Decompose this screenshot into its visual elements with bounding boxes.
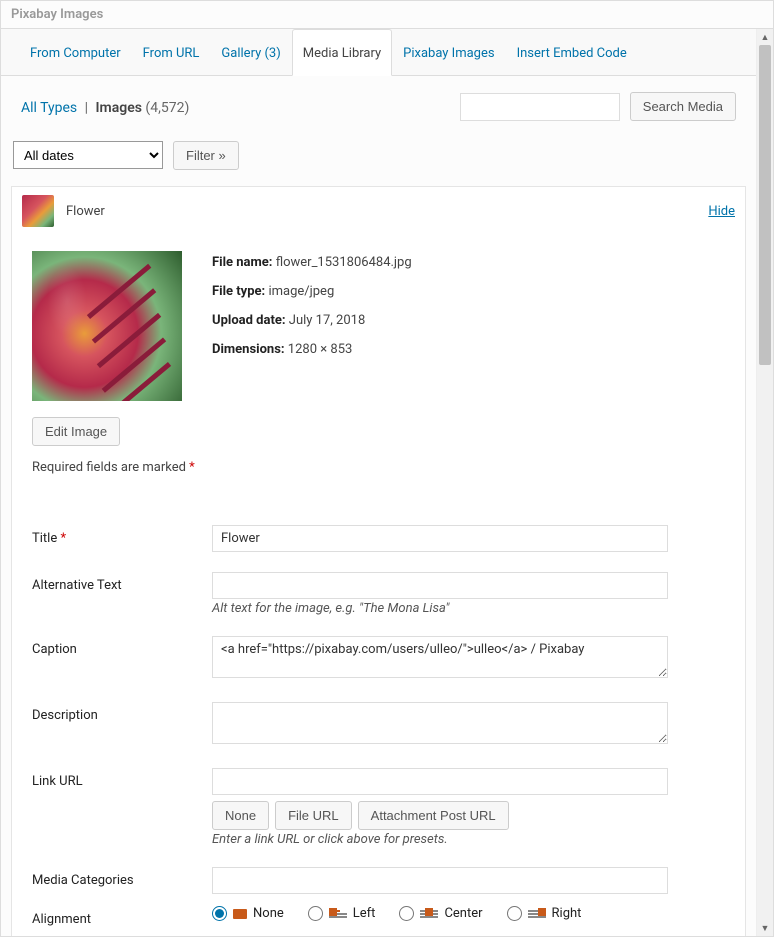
tab-from-url[interactable]: From URL [132,29,211,76]
scroll-down-arrow-icon[interactable]: ▼ [757,920,773,936]
window-title: Pixabay Images [11,7,103,22]
filter-images-count: (4,572) [145,100,189,116]
alt-help-text: Alt text for the image, e.g. "The Mona L… [212,601,725,616]
alt-text-input[interactable] [212,572,668,599]
align-none-label: None [253,906,284,921]
type-separator: | [85,100,88,116]
align-right-option[interactable]: Right [507,906,582,921]
mediacat-label: Media Categories [32,867,212,888]
align-left-icon [329,908,347,920]
meta-filetype-value: image/jpeg [268,284,334,299]
media-thumbnail-small [22,195,54,227]
filter-images[interactable]: Images [96,100,142,116]
tab-pixabay-images[interactable]: Pixabay Images [392,29,505,76]
date-filter-select[interactable]: All dates [13,141,163,169]
align-right-label: Right [552,906,582,921]
title-input[interactable] [212,525,668,552]
scrollbar-thumb[interactable] [759,45,771,365]
caption-textarea[interactable]: <a href="https://pixabay.com/users/ulleo… [212,636,668,678]
align-right-icon [528,908,546,920]
meta-filename-label: File name: [212,255,272,270]
align-center-label: Center [444,906,482,921]
required-note: Required fields are marked [32,460,186,475]
description-textarea[interactable] [212,702,668,744]
media-item-panel: Flower Hide File name: flower_1531806484… [11,186,746,936]
align-right-radio[interactable] [507,906,522,921]
filter-all-types[interactable]: All Types [21,100,77,116]
linkurl-file-button[interactable]: File URL [275,801,352,830]
media-tabs: From Computer From URL Gallery (3) Media… [1,29,756,76]
align-center-icon [420,908,438,920]
linkurl-input[interactable] [212,768,668,795]
edit-image-button[interactable]: Edit Image [32,417,120,446]
align-center-option[interactable]: Center [399,906,482,921]
meta-filetype-label: File type: [212,284,265,299]
tab-insert-embed-code[interactable]: Insert Embed Code [506,29,638,76]
media-item-title: Flower [66,204,696,219]
mediacat-input[interactable] [212,867,668,894]
media-form: Title * Alternative Text Alt text for th… [12,491,745,936]
linkurl-none-button[interactable]: None [212,801,269,830]
filter-button[interactable]: Filter » [173,141,239,170]
caption-label: Caption [32,636,212,657]
meta-dimensions-value: 1280 × 853 [288,342,353,357]
title-star: * [60,531,66,546]
align-left-option[interactable]: Left [308,906,376,921]
align-left-label: Left [353,906,376,921]
align-none-radio[interactable] [212,906,227,921]
search-input[interactable] [460,93,620,121]
align-none-icon [233,909,247,919]
align-left-radio[interactable] [308,906,323,921]
vertical-scrollbar[interactable]: ▲ ▼ [756,29,773,936]
media-thumbnail-large [32,251,182,401]
window-titlebar: Pixabay Images [1,1,773,29]
app-window: Pixabay Images From Computer From URL Ga… [0,0,774,937]
tab-gallery[interactable]: Gallery (3) [210,29,291,76]
alignment-label: Alignment [32,906,212,927]
alt-label: Alternative Text [32,572,212,593]
meta-dimensions-label: Dimensions: [212,342,285,357]
hide-details-link[interactable]: Hide [708,204,735,219]
tab-from-computer[interactable]: From Computer [19,29,132,76]
meta-uploaddate-value: July 17, 2018 [289,313,366,328]
tab-media-library[interactable]: Media Library [292,29,392,76]
meta-filename-value: flower_1531806484.jpg [276,255,412,270]
description-label: Description [32,702,212,723]
type-filter: All Types | Images (4,572) [21,100,460,116]
linkurl-label: Link URL [32,768,212,789]
scroll-up-arrow-icon[interactable]: ▲ [757,29,773,45]
title-label: Title [32,531,57,546]
media-meta: File name: flower_1531806484.jpg File ty… [212,251,412,357]
meta-uploaddate-label: Upload date: [212,313,286,328]
search-media-button[interactable]: Search Media [630,92,736,121]
align-none-option[interactable]: None [212,906,284,921]
linkurl-help-text: Enter a link URL or click above for pres… [212,832,725,847]
linkurl-attachment-button[interactable]: Attachment Post URL [358,801,509,830]
align-center-radio[interactable] [399,906,414,921]
required-star: * [189,460,195,475]
